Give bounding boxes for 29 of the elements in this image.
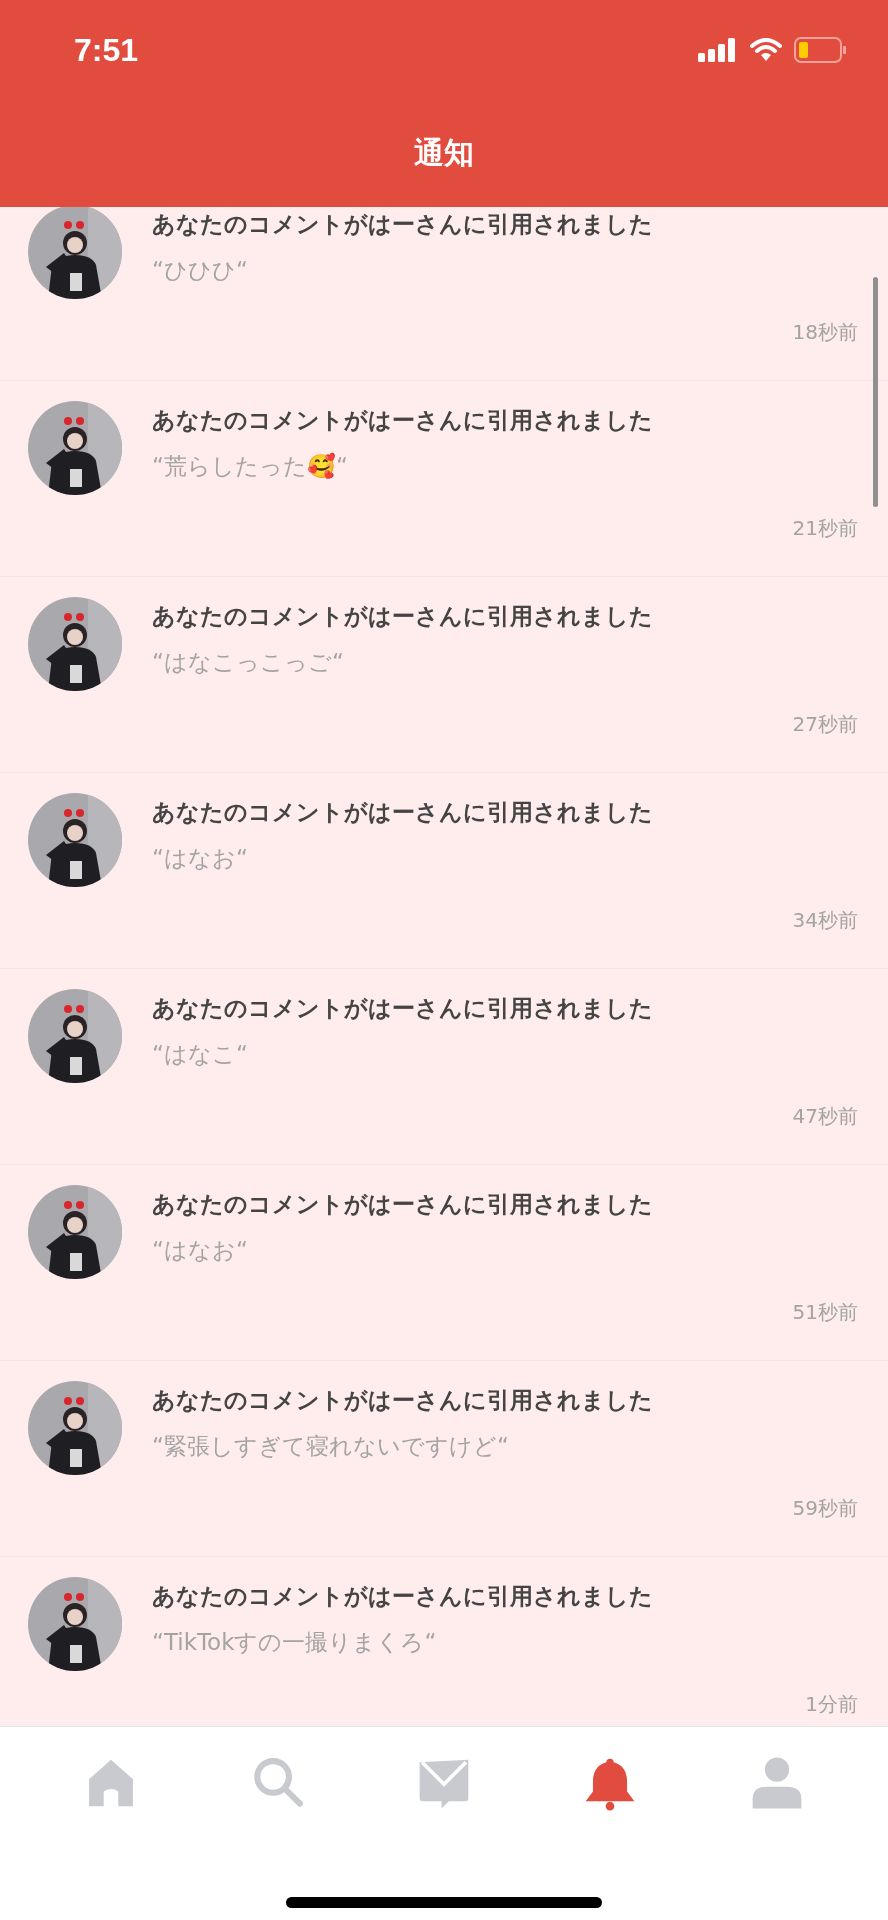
notification-message: あなたのコメントがはーさんに引用されました — [152, 1386, 653, 1415]
header-title: 通知 — [414, 134, 474, 172]
battery-icon — [794, 37, 848, 63]
quoted-comment: “緊張しすぎて寝れないですけど“ — [152, 1432, 509, 1461]
notification-message: あなたのコメントがはーさんに引用されました — [152, 210, 653, 239]
signal-icon — [698, 38, 738, 62]
notification-message: あなたのコメントがはーさんに引用されました — [152, 406, 653, 435]
notification-message: あなたのコメントがはーさんに引用されました — [152, 798, 653, 827]
quoted-comment: “TikTokすの一撮りまくろ“ — [152, 1628, 437, 1657]
timestamp: 59秒前 — [792, 1495, 858, 1522]
quoted-comment: “ひひひ“ — [152, 256, 248, 285]
timestamp: 27秒前 — [792, 711, 858, 738]
notification-message: あなたのコメントがはーさんに引用されました — [152, 602, 653, 631]
timestamp: 21秒前 — [792, 515, 858, 542]
quoted-comment: “はなこ“ — [152, 1040, 248, 1069]
quoted-comment: “荒らしたった🥰“ — [152, 451, 348, 481]
timestamp: 47秒前 — [792, 1103, 858, 1130]
wifi-icon — [750, 38, 782, 62]
timestamp: 34秒前 — [792, 907, 858, 934]
status-time: 7:51 — [74, 31, 139, 69]
notification-message: あなたのコメントがはーさんに引用されました — [152, 1190, 653, 1219]
quoted-comment: “はなお“ — [152, 844, 248, 873]
timestamp: 1分前 — [805, 1691, 858, 1718]
timestamp: 18秒前 — [792, 319, 858, 346]
timestamp: 51秒前 — [792, 1299, 858, 1326]
notification-message: あなたのコメントがはーさんに引用されました — [152, 994, 653, 1023]
quoted-comment: “はなこっこっご“ — [152, 648, 344, 677]
quoted-comment: “はなお“ — [152, 1236, 248, 1265]
notification-message: あなたのコメントがはーさんに引用されました — [152, 1582, 653, 1611]
